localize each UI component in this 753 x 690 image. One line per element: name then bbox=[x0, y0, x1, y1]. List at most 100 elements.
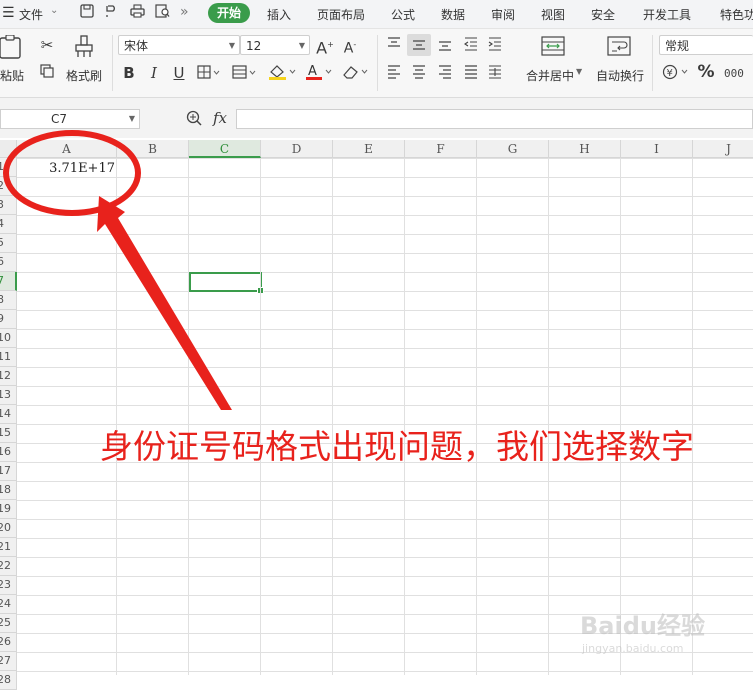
insert-function-button[interactable]: fx bbox=[209, 110, 231, 126]
currency-icon[interactable]: ¥ bbox=[662, 64, 692, 83]
column-header-a[interactable]: A bbox=[17, 140, 117, 158]
row-header-14[interactable]: 14 bbox=[0, 405, 17, 424]
cell-style-icon[interactable] bbox=[232, 65, 258, 82]
row-header-7[interactable]: 7 bbox=[0, 272, 17, 291]
clear-format-icon[interactable] bbox=[341, 63, 371, 84]
row-header-25[interactable]: 25 bbox=[0, 614, 17, 633]
decrease-indent-icon[interactable] bbox=[462, 37, 480, 54]
print-preview-icon[interactable] bbox=[153, 4, 171, 22]
print-icon[interactable] bbox=[128, 4, 146, 22]
row-header-21[interactable]: 21 bbox=[0, 538, 17, 557]
file-menu[interactable]: 文件 bbox=[19, 6, 43, 23]
borders-icon[interactable] bbox=[196, 65, 222, 82]
save-icon[interactable] bbox=[78, 4, 96, 22]
fill-color-icon[interactable] bbox=[268, 63, 298, 84]
column-header-e[interactable]: E bbox=[333, 140, 405, 158]
font-color-icon[interactable]: A bbox=[305, 63, 335, 84]
merge-center-button[interactable]: 合并居中 bbox=[526, 67, 574, 84]
row-header-24[interactable]: 24 bbox=[0, 595, 17, 614]
select-all-corner[interactable] bbox=[0, 140, 17, 158]
name-box[interactable]: C7 ▼ bbox=[0, 109, 140, 129]
format-painter-icon[interactable] bbox=[72, 35, 96, 62]
percent-button[interactable]: % bbox=[697, 64, 715, 81]
cut-icon[interactable]: ✂ bbox=[38, 37, 56, 53]
increase-indent-icon[interactable] bbox=[486, 37, 504, 54]
column-header-h[interactable]: H bbox=[549, 140, 621, 158]
tab-data[interactable]: 数据 bbox=[441, 6, 465, 23]
distributed-align-icon[interactable] bbox=[486, 65, 504, 82]
paste-button[interactable]: 粘贴 bbox=[0, 67, 24, 84]
tab-insert[interactable]: 插入 bbox=[267, 6, 291, 23]
wrap-text-icon[interactable] bbox=[606, 36, 632, 59]
decrease-font-icon[interactable]: A- bbox=[341, 37, 359, 57]
row-header-20[interactable]: 20 bbox=[0, 519, 17, 538]
merge-center-icon[interactable] bbox=[540, 36, 566, 59]
more-icon[interactable]: » bbox=[180, 4, 189, 20]
align-middle-icon[interactable] bbox=[407, 34, 431, 56]
row-header-13[interactable]: 13 bbox=[0, 386, 17, 405]
column-header-d[interactable]: D bbox=[261, 140, 333, 158]
spreadsheet-grid[interactable]: ABCDEFGHIJ 12345678910111213141516171819… bbox=[0, 140, 753, 690]
font-size-select[interactable]: 12 ▼ bbox=[240, 35, 310, 55]
row-header-11[interactable]: 11 bbox=[0, 348, 17, 367]
tab-formulas[interactable]: 公式 bbox=[391, 6, 415, 23]
row-header-10[interactable]: 10 bbox=[0, 329, 17, 348]
row-header-6[interactable]: 6 bbox=[0, 253, 17, 272]
justify-icon[interactable] bbox=[462, 65, 480, 82]
zoom-function-icon[interactable] bbox=[185, 110, 203, 129]
row-header-28[interactable]: 28 bbox=[0, 671, 17, 690]
tab-review[interactable]: 审阅 bbox=[491, 6, 515, 23]
row-header-12[interactable]: 12 bbox=[0, 367, 17, 386]
column-header-c[interactable]: C bbox=[189, 140, 261, 158]
number-format-select[interactable]: 常规 bbox=[659, 35, 753, 55]
align-bottom-icon[interactable] bbox=[436, 37, 454, 54]
column-header-b[interactable]: B bbox=[117, 140, 189, 158]
tab-features[interactable]: 特色功 bbox=[720, 6, 753, 23]
thousands-separator-icon[interactable]: 000 bbox=[724, 64, 753, 83]
row-header-27[interactable]: 27 bbox=[0, 652, 17, 671]
cell-a1[interactable]: 3.71E+17 bbox=[18, 159, 117, 177]
active-cell-c7[interactable] bbox=[189, 272, 264, 294]
row-header-16[interactable]: 16 bbox=[0, 443, 17, 462]
font-name-select[interactable]: 宋体 ▼ bbox=[118, 35, 240, 55]
wrap-text-button[interactable]: 自动换行 bbox=[596, 67, 644, 84]
tab-page-layout[interactable]: 页面布局 bbox=[317, 6, 365, 23]
row-header-3[interactable]: 3 bbox=[0, 196, 17, 215]
row-header-23[interactable]: 23 bbox=[0, 576, 17, 595]
chevron-down-icon[interactable]: ⌄ bbox=[50, 5, 58, 16]
row-header-8[interactable]: 8 bbox=[0, 291, 17, 310]
chevron-down-icon[interactable]: ▼ bbox=[576, 67, 582, 76]
row-header-17[interactable]: 17 bbox=[0, 462, 17, 481]
row-header-26[interactable]: 26 bbox=[0, 633, 17, 652]
tab-home[interactable]: 开始 bbox=[208, 3, 250, 23]
column-header-j[interactable]: J bbox=[693, 140, 753, 158]
row-header-2[interactable]: 2 bbox=[0, 177, 17, 196]
align-top-icon[interactable] bbox=[385, 37, 403, 54]
row-header-19[interactable]: 19 bbox=[0, 500, 17, 519]
row-header-5[interactable]: 5 bbox=[0, 234, 17, 253]
row-header-15[interactable]: 15 bbox=[0, 424, 17, 443]
formula-input[interactable] bbox=[236, 109, 753, 129]
copy-icon[interactable] bbox=[38, 64, 56, 81]
row-header-9[interactable]: 9 bbox=[0, 310, 17, 329]
align-center-icon[interactable] bbox=[410, 65, 428, 82]
column-header-i[interactable]: I bbox=[621, 140, 693, 158]
paste-icon[interactable] bbox=[0, 34, 22, 62]
bold-button[interactable]: B bbox=[121, 65, 137, 81]
align-right-icon[interactable] bbox=[436, 65, 454, 82]
tab-view[interactable]: 视图 bbox=[541, 6, 565, 23]
tab-security[interactable]: 安全 bbox=[591, 6, 615, 23]
row-header-4[interactable]: 4 bbox=[0, 215, 17, 234]
format-painter-button[interactable]: 格式刷 bbox=[66, 67, 102, 84]
column-header-g[interactable]: G bbox=[477, 140, 549, 158]
tab-developer[interactable]: 开发工具 bbox=[643, 6, 691, 23]
italic-button[interactable]: I bbox=[146, 65, 162, 81]
column-header-f[interactable]: F bbox=[405, 140, 477, 158]
align-left-icon[interactable] bbox=[385, 65, 403, 82]
underline-button[interactable]: U bbox=[171, 65, 187, 81]
row-header-22[interactable]: 22 bbox=[0, 557, 17, 576]
row-header-1[interactable]: 1 bbox=[0, 158, 17, 177]
increase-font-icon[interactable]: A+ bbox=[316, 37, 334, 56]
row-header-18[interactable]: 18 bbox=[0, 481, 17, 500]
undo-icon[interactable] bbox=[102, 4, 120, 22]
